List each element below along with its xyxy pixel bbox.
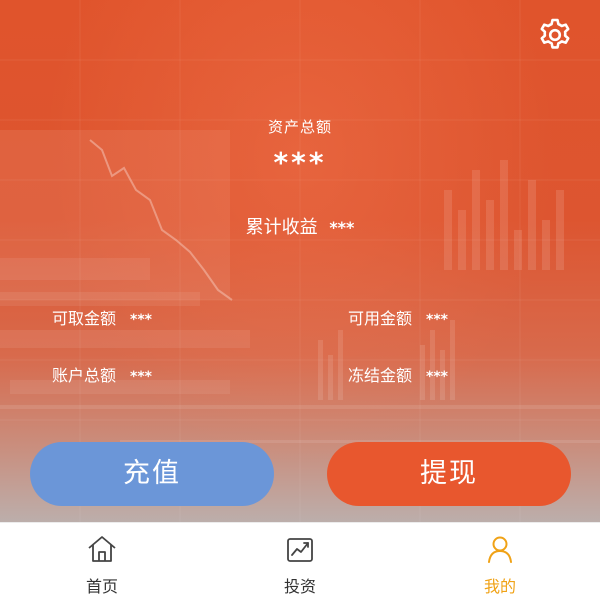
total-assets-label: 资产总额 — [267, 118, 332, 136]
home-icon — [86, 533, 118, 565]
withdrawable-amount-value: *** — [130, 312, 152, 328]
tab-invest-label: 投资 — [283, 577, 316, 596]
bottom-tab-bar: 首页 投资 我的 — [0, 522, 600, 600]
frozen-amount-value: *** — [426, 369, 448, 385]
available-amount-value: *** — [426, 312, 448, 328]
app-root: 资产总额 *** 累计收益 *** 可取金额 *** 可用金额 *** 账户总额 **… — [0, 0, 600, 600]
available-amount: 可用金额 *** — [348, 305, 448, 329]
settings-button[interactable] — [536, 16, 574, 54]
tab-mine[interactable]: 我的 — [440, 523, 560, 600]
accumulated-profit-label: 累计收益 — [245, 217, 318, 238]
accumulated-profit: 累计收益 *** — [0, 213, 600, 239]
tab-mine-label: 我的 — [483, 577, 516, 596]
tab-home[interactable]: 首页 — [42, 523, 162, 600]
user-icon — [484, 533, 516, 565]
account-summary-banner: 资产总额 *** 累计收益 *** 可取金额 *** 可用金额 *** 账户总额 **… — [0, 0, 600, 522]
accumulated-profit-value: *** — [329, 218, 355, 237]
gear-icon — [540, 18, 570, 49]
frozen-amount: 冻结金额 *** — [348, 362, 448, 386]
available-amount-label: 可用金额 — [348, 309, 413, 328]
chart-icon — [284, 533, 316, 565]
recharge-button[interactable]: 充值 — [30, 442, 274, 506]
withdraw-button[interactable]: 提现 — [327, 442, 571, 506]
account-total-amount: 账户总额 *** — [52, 362, 152, 386]
account-total-amount-value: *** — [130, 369, 152, 385]
withdrawable-amount-label: 可取金额 — [52, 309, 117, 328]
withdrawable-amount: 可取金额 *** — [52, 305, 152, 329]
total-assets-value: *** — [273, 146, 327, 179]
tab-home-label: 首页 — [85, 577, 118, 596]
account-total-amount-label: 账户总额 — [52, 366, 117, 385]
frozen-amount-label: 冻结金额 — [348, 366, 413, 385]
tab-invest[interactable]: 投资 — [240, 523, 360, 600]
